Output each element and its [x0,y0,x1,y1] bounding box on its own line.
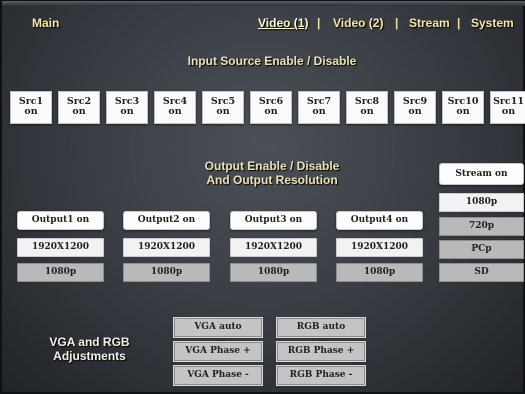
output-3-resolution[interactable]: 1920X1200 [230,238,317,257]
stream-option-1080p[interactable]: 1080p [439,193,524,212]
nav-bar: Main Video (1) | Video (2) | Stream | Sy… [2,6,525,36]
nav-separator: | [395,16,399,30]
src-state: on [168,106,182,117]
src-10-toggle[interactable]: Src10 on [442,91,484,124]
vga-rgb-section-label: VGA and RGB Adjustments [42,335,137,363]
src-state: on [501,106,516,117]
stream-toggle[interactable]: Stream on [439,163,524,185]
vga-label-line-2: Adjustments [53,349,126,363]
nav-video-1[interactable]: Video (1) [258,16,308,30]
output-4-resolution[interactable]: 1920X1200 [336,238,423,257]
src-8-toggle[interactable]: Src8 on [346,91,388,124]
src-state: on [360,106,374,117]
src-11-toggle[interactable]: Src11 on [490,91,525,124]
src-state: on [312,106,326,117]
src-state: on [216,106,230,117]
nav-video-2[interactable]: Video (2) [333,16,383,30]
src-state: on [264,106,278,117]
output-2-mode[interactable]: 1080p [123,263,210,282]
output-1-toggle[interactable]: Output1 on [17,211,104,230]
src-1-toggle[interactable]: Src1 on [10,91,52,124]
src-state: on [456,106,470,117]
nav-stream[interactable]: Stream [409,16,450,30]
vga-phase-minus-button[interactable]: VGA Phase - [173,365,263,386]
src-6-toggle[interactable]: Src6 on [250,91,292,124]
src-4-toggle[interactable]: Src4 on [154,91,196,124]
nav-system[interactable]: System [471,16,514,30]
stream-option-720p[interactable]: 720p [439,217,524,236]
stream-option-sd[interactable]: SD [439,263,524,282]
src-3-toggle[interactable]: Src3 on [106,91,148,124]
stream-option-pcp[interactable]: PCp [439,240,524,259]
vga-auto-position-button[interactable]: VGA auto position [173,317,263,349]
nav-separator: | [457,16,461,30]
rgb-auto-position-button[interactable]: RGB auto position [276,317,366,349]
src-state: on [408,106,422,117]
src-state: on [24,106,38,117]
src-state: on [120,106,134,117]
output-4-toggle[interactable]: Output4 on [336,211,423,230]
rgb-phase-minus-button[interactable]: RGB Phase - [276,365,366,386]
src-9-toggle[interactable]: Src9 on [394,91,436,124]
vga-phase-plus-button[interactable]: VGA Phase + [173,341,263,362]
output-4-mode[interactable]: 1080p [336,263,423,282]
nav-separator: | [317,16,321,30]
output-2-resolution[interactable]: 1920X1200 [123,238,210,257]
nav-main[interactable]: Main [32,16,59,30]
app-window: Main Video (1) | Video (2) | Stream | Sy… [0,0,525,394]
src-state: on [72,106,86,117]
input-section-title: Input Source Enable / Disable [187,54,357,68]
output-3-mode[interactable]: 1080p [230,263,317,282]
output-1-resolution[interactable]: 1920X1200 [17,238,104,257]
vga-label-line-1: VGA and RGB [49,335,130,349]
rgb-phase-plus-button[interactable]: RGB Phase + [276,341,366,362]
output-3-toggle[interactable]: Output3 on [230,211,317,230]
output-1-mode[interactable]: 1080p [17,263,104,282]
src-7-toggle[interactable]: Src7 on [298,91,340,124]
src-5-toggle[interactable]: Src5 on [202,91,244,124]
src-2-toggle[interactable]: Src2 on [58,91,100,124]
output-2-toggle[interactable]: Output2 on [123,211,210,230]
